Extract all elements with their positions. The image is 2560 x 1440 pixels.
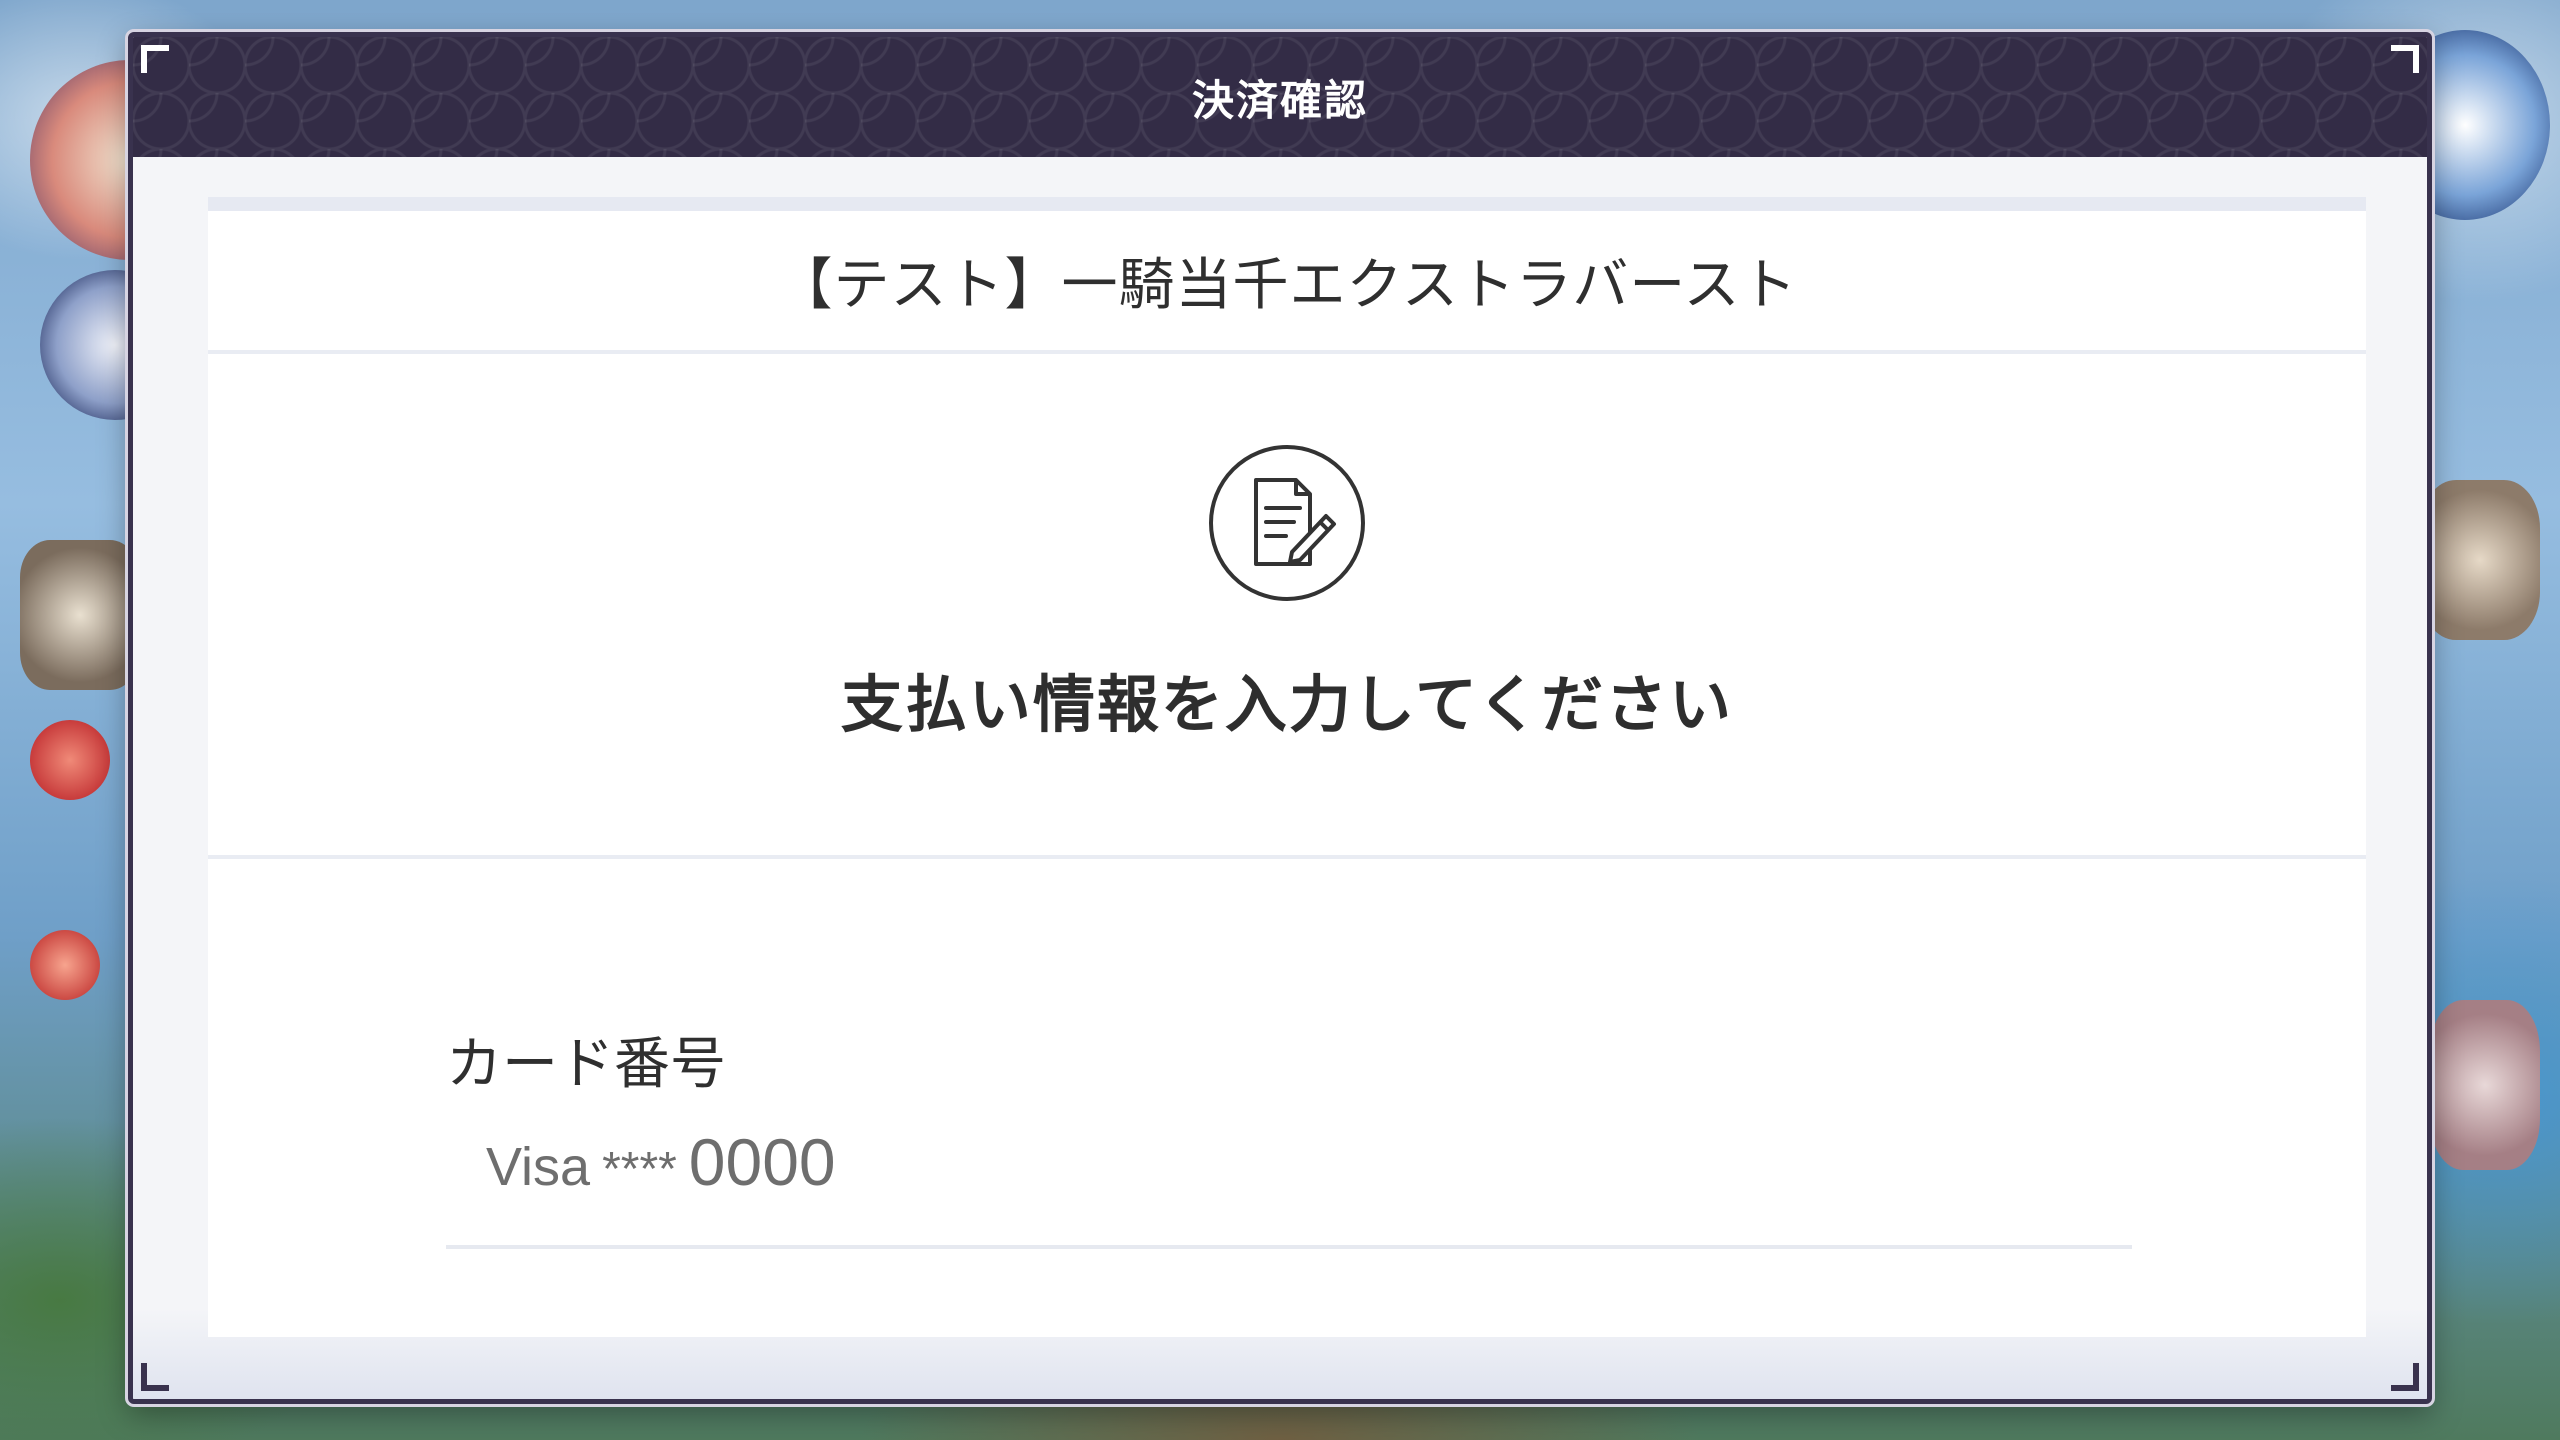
background-menu-icon xyxy=(20,540,140,690)
background-menu-icon xyxy=(2430,1000,2540,1170)
card-brand: Visa xyxy=(486,1137,591,1197)
dialog-header: 決済確認 xyxy=(133,37,2427,157)
frame-corner-ornament xyxy=(141,45,169,73)
card-last4: 0000 xyxy=(688,1125,836,1199)
card-number-field[interactable]: Visa **** 0000 xyxy=(486,1124,836,1200)
payment-confirm-dialog: 決済確認 【テスト】一騎当千エクストラバースト 支払い情報を入力してください カ… xyxy=(128,32,2432,1404)
payment-content-panel: 【テスト】一騎当千エクストラバースト 支払い情報を入力してください カード番号 … xyxy=(208,197,2366,1337)
background-menu-icon xyxy=(2420,480,2540,640)
dialog-title: 決済確認 xyxy=(1191,75,1368,125)
card-field-underline xyxy=(446,1245,2132,1249)
card-number-section: カード番号 Visa **** 0000 xyxy=(208,859,2366,1337)
frame-corner-ornament xyxy=(2391,45,2419,73)
background-notification-icon xyxy=(30,930,100,1000)
game-background: 決済確認 【テスト】一騎当千エクストラバースト 支払い情報を入力してください カ… xyxy=(0,0,2560,1440)
card-number-mask: **** xyxy=(602,1143,677,1196)
background-notification-icon xyxy=(30,720,110,800)
product-name: 【テスト】一騎当千エクストラバースト xyxy=(776,253,1798,318)
payment-prompt-text: 支払い情報を入力してください xyxy=(840,668,1734,741)
payment-prompt-section: 支払い情報を入力してください xyxy=(208,354,2366,859)
product-row: 【テスト】一騎当千エクストラバースト xyxy=(208,211,2366,354)
card-number-label: カード番号 xyxy=(446,1032,726,1097)
frame-corner-ornament xyxy=(141,1363,169,1391)
frame-corner-ornament xyxy=(2391,1363,2419,1391)
document-edit-icon xyxy=(1208,444,1366,602)
